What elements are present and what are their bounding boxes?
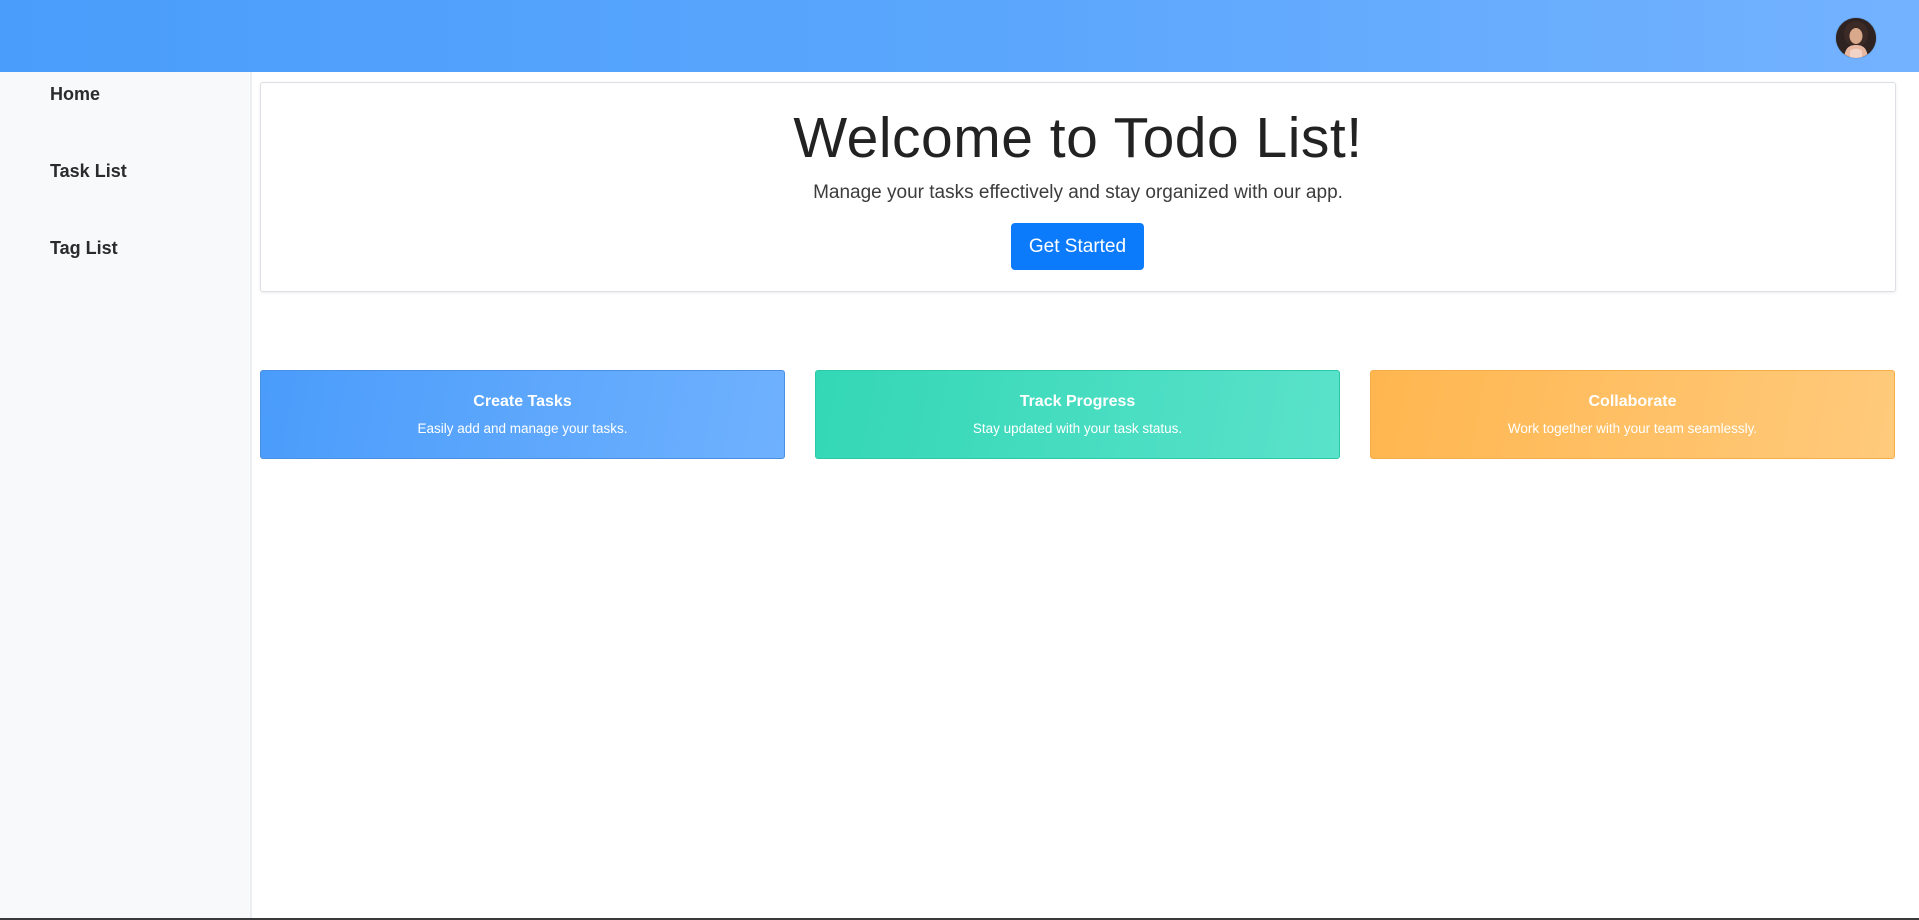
page-title: Welcome to Todo List! (793, 106, 1363, 170)
feature-card-title: Create Tasks (473, 393, 572, 410)
feature-card-collaborate: Collaborate Work together with your team… (1370, 370, 1895, 459)
welcome-hero: Welcome to Todo List! Manage your tasks … (260, 82, 1896, 292)
sidebar: Home Task List Tag List (0, 72, 252, 920)
feature-card-text: Stay updated with your task status. (972, 421, 1183, 436)
sidebar-item-task-list[interactable]: Task List (50, 161, 127, 182)
avatar-icon (1836, 18, 1876, 58)
feature-card-text: Easily add and manage your tasks. (417, 421, 628, 436)
sidebar-item-home[interactable]: Home (50, 84, 100, 105)
feature-card-title: Track Progress (1019, 393, 1136, 410)
feature-card-title: Collaborate (1588, 393, 1677, 410)
feature-card-text: Work together with your team seamlessly. (1507, 421, 1758, 436)
sidebar-item-tag-list[interactable]: Tag List (50, 238, 118, 259)
user-avatar[interactable] (1836, 18, 1876, 58)
top-navbar (0, 0, 1919, 72)
hero-subtitle: Manage your tasks effectively and stay o… (813, 182, 1343, 203)
feature-card-track-progress: Track Progress Stay updated with your ta… (815, 370, 1340, 459)
feature-card-create-tasks: Create Tasks Easily add and manage your … (260, 370, 785, 459)
get-started-button[interactable]: Get Started (1011, 223, 1144, 270)
